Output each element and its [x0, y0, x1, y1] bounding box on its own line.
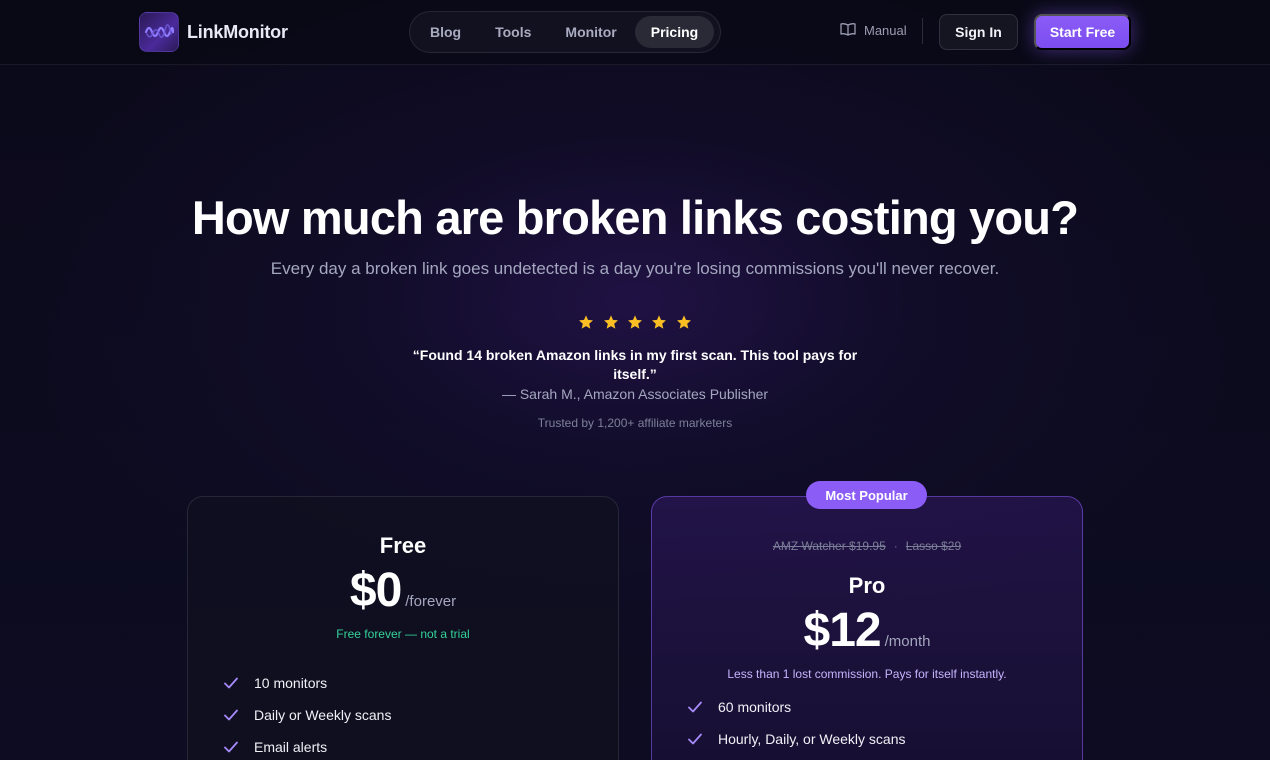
check-icon — [222, 674, 240, 692]
main-nav: Blog Tools Monitor Pricing — [409, 11, 721, 53]
book-icon — [840, 22, 856, 39]
competitor-prices: AMZ Watcher $19.95 · Lasso $29 — [652, 539, 1082, 553]
check-icon — [686, 698, 704, 716]
rating-stars — [0, 314, 1270, 335]
period-free: /forever — [405, 593, 457, 610]
list-item: Email alerts — [222, 731, 391, 760]
nav-pricing[interactable]: Pricing — [634, 16, 715, 48]
price-row-pro: $12/month — [652, 603, 1082, 658]
feature-list-free: 10 monitors Daily or Weekly scans Email … — [222, 667, 391, 760]
nav-monitor[interactable]: Monitor — [549, 16, 632, 48]
hero-title: How much are broken links costing you? — [191, 191, 1079, 244]
plan-name-pro: Pro — [848, 573, 886, 598]
pricing-card-pro: AMZ Watcher $19.95 · Lasso $29 Pro $12/mon… — [651, 496, 1083, 760]
free-note: Free forever — not a trial — [336, 627, 470, 641]
check-icon — [686, 730, 704, 748]
feature-label: Hourly, Daily, or Weekly scans — [718, 731, 906, 747]
star-icon — [651, 314, 667, 335]
testimonial-quote: “Found 14 broken Amazon links in my firs… — [412, 347, 858, 382]
price-free: $0 — [349, 564, 402, 617]
list-item: Hourly, Daily, or Weekly scans — [686, 723, 906, 755]
plan-name-free: Free — [379, 533, 427, 558]
sign-in-button[interactable]: Sign In — [939, 14, 1018, 50]
feature-label: 60 monitors — [718, 699, 792, 715]
feature-label: 10 monitors — [254, 675, 328, 691]
pricing-card-free: Free $0/forever Free forever — not a tri… — [187, 496, 619, 760]
nav-tools[interactable]: Tools — [479, 16, 547, 48]
top-navigation-bar: LinkMonitor Blog Tools Monitor Pricing M… — [0, 0, 1270, 65]
nav-blog[interactable]: Blog — [414, 16, 477, 48]
brand[interactable]: LinkMonitor — [139, 12, 288, 52]
manual-link[interactable]: Manual — [840, 22, 907, 39]
pro-note: Less than 1 lost commission. Pays for it… — [727, 667, 1007, 681]
price-pro: $12 — [803, 604, 882, 657]
most-popular-badge: Most Popular — [806, 481, 927, 509]
feature-list-pro: 60 monitors Hourly, Daily, or Weekly sca… — [686, 691, 906, 755]
list-item: 60 monitors — [686, 691, 906, 723]
start-free-button[interactable]: Start Free — [1034, 14, 1131, 50]
manual-label: Manual — [864, 23, 907, 38]
competitor-price-1: AMZ Watcher $19.95 — [772, 539, 886, 553]
star-icon — [676, 314, 692, 335]
star-icon — [578, 314, 594, 335]
list-item: Daily or Weekly scans — [222, 699, 391, 731]
check-icon — [222, 738, 240, 756]
price-row-free: $0/forever — [188, 563, 618, 618]
hero-subtitle: Every day a broken link goes undetected … — [270, 259, 1000, 278]
feature-label: Email alerts — [254, 739, 328, 755]
waveform-logo-icon — [139, 12, 179, 52]
competitor-separator: · — [893, 539, 898, 553]
list-item: 10 monitors — [222, 667, 391, 699]
star-icon — [603, 314, 619, 335]
brand-name: LinkMonitor — [187, 21, 288, 42]
header-divider — [922, 18, 923, 44]
check-icon — [222, 706, 240, 724]
period-pro: /month — [884, 633, 931, 650]
competitor-price-2: Lasso $29 — [905, 539, 962, 553]
star-icon — [627, 314, 643, 335]
feature-label: Daily or Weekly scans — [254, 707, 392, 723]
testimonial-author: — Sarah M., Amazon Associates Publisher — [501, 386, 769, 402]
trusted-by-text: Trusted by 1,200+ affiliate marketers — [537, 416, 733, 430]
